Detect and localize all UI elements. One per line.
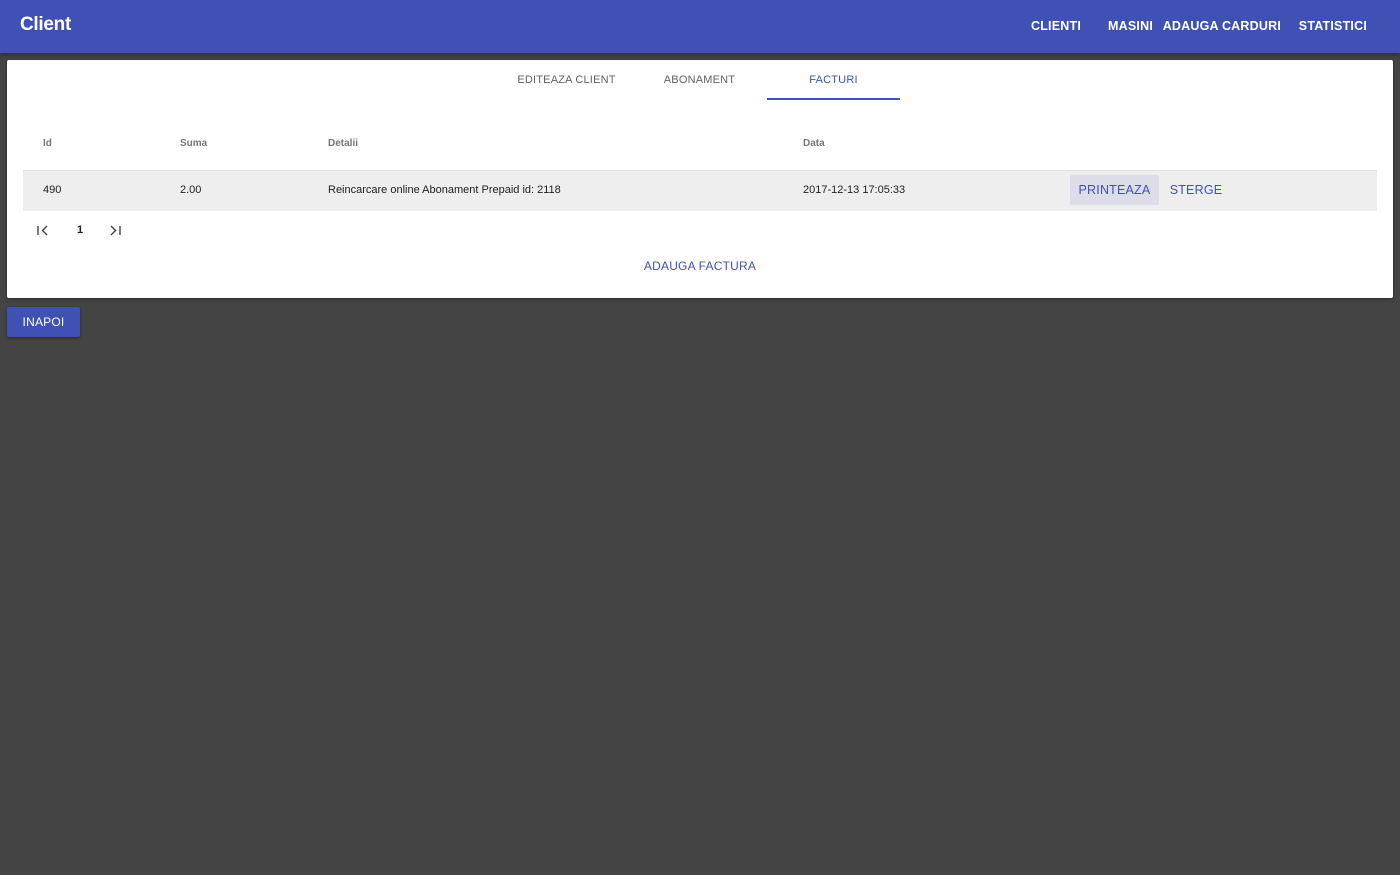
first-page-icon[interactable] <box>31 220 53 242</box>
delete-button[interactable]: STERGE <box>1164 175 1228 205</box>
add-invoice-button[interactable]: ADAUGA FACTURA <box>644 259 756 273</box>
cell-suma: 2.00 <box>180 184 202 196</box>
add-invoice-row: ADAUGA FACTURA <box>7 259 1393 273</box>
client-card: EDITEAZA CLIENT ABONAMENT FACTURI Id Sum… <box>7 60 1393 298</box>
print-button[interactable]: PRINTEAZA <box>1070 175 1159 205</box>
nav-item-statistici[interactable]: STATISTICI <box>1299 19 1367 33</box>
page-number[interactable]: 1 <box>73 224 87 236</box>
invoices-table: Id Suma Detalii Data 490 2.00 Reincarcar… <box>23 123 1377 211</box>
active-tab-indicator <box>767 98 900 100</box>
cell-id: 490 <box>43 184 62 196</box>
cell-detalii: Reincarcare online Abonament Prepaid id:… <box>328 184 561 196</box>
column-header-suma: Suma <box>180 138 208 149</box>
page-title: Client <box>20 14 71 35</box>
nav-item-clienti[interactable]: CLIENTI <box>1031 19 1081 33</box>
column-header-id: Id <box>43 138 52 149</box>
column-header-data: Data <box>803 138 825 149</box>
column-header-detalii: Detalii <box>328 138 359 149</box>
nav-item-masini[interactable]: MASINI <box>1108 19 1153 33</box>
tab-facturi[interactable]: FACTURI <box>767 60 900 100</box>
app-bar: Client CLIENTI MASINI ADAUGA CARDURI STA… <box>0 0 1400 53</box>
tab-abonament[interactable]: ABONAMENT <box>633 60 766 100</box>
table-row: 490 2.00 Reincarcare online Abonament Pr… <box>23 171 1377 211</box>
tab-editeaza-client[interactable]: EDITEAZA CLIENT <box>500 60 633 100</box>
nav-item-adauga-carduri[interactable]: ADAUGA CARDURI <box>1163 19 1281 33</box>
cell-data: 2017-12-13 17:05:33 <box>803 184 906 196</box>
table-header: Id Suma Detalii Data <box>23 123 1377 171</box>
back-button[interactable]: INAPOI <box>7 307 80 337</box>
last-page-icon[interactable] <box>105 220 127 242</box>
